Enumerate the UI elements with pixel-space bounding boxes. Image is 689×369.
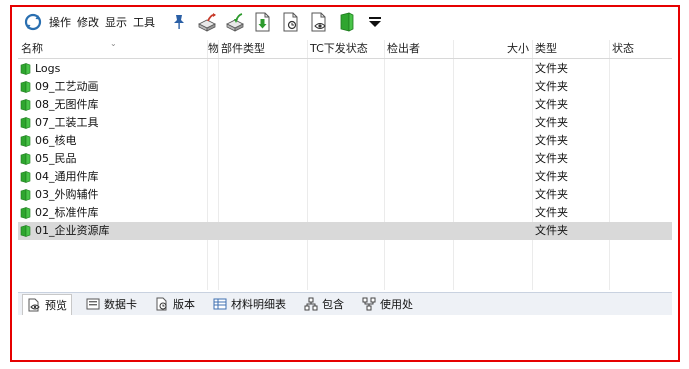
row-type: 文件夹 [535, 152, 568, 165]
folder-icon [20, 81, 31, 93]
table-row[interactable]: 02_标准件库 文件夹 [18, 204, 672, 222]
col-size[interactable]: 大小 [453, 40, 532, 58]
folder-icon [20, 171, 31, 183]
row-name: 03_外购辅件 [35, 188, 99, 201]
detail-tabs: 预览 数据卡 版本 材料明细表 包含 使用处 [18, 292, 672, 315]
preview-doc-icon[interactable] [309, 11, 329, 33]
check-out-icon[interactable] [197, 11, 217, 33]
folder-icon [20, 225, 31, 237]
window-frame: 操作 修改 显示 工具 名称 ⌄ 物 部件类型 TC下发状态 检出者 大小 类型… [10, 5, 680, 362]
menu-operate[interactable]: 操作 [49, 14, 71, 30]
menu-modify[interactable]: 修改 [77, 14, 99, 30]
folder-icon [20, 63, 31, 75]
col-checked-out-by[interactable]: 检出者 [384, 40, 453, 58]
row-type: 文件夹 [535, 116, 568, 129]
tab-version-label: 版本 [173, 298, 195, 311]
row-type: 文件夹 [535, 224, 568, 237]
tab-contains[interactable]: 包含 [300, 294, 348, 314]
folder-icon [20, 207, 31, 219]
file-list: 名称 ⌄ 物 部件类型 TC下发状态 检出者 大小 类型 状态 Logs 文件夹 0… [18, 40, 672, 290]
table-row[interactable]: 03_外购辅件 文件夹 [18, 186, 672, 204]
row-type: 文件夹 [535, 206, 568, 219]
row-name: 05_民品 [35, 152, 77, 165]
pin-icon[interactable] [169, 11, 189, 33]
version-icon [156, 297, 167, 311]
menu-display[interactable]: 显示 [105, 14, 127, 30]
folder-icon [20, 117, 31, 129]
row-type: 文件夹 [535, 188, 568, 201]
table-row[interactable]: 01_企业资源库 文件夹 [18, 222, 672, 240]
table-row[interactable]: 05_民品 文件夹 [18, 150, 672, 168]
col-part-type[interactable]: 部件类型 [218, 40, 307, 58]
col-item[interactable]: 物 [207, 40, 218, 58]
tab-preview[interactable]: 预览 [22, 293, 72, 315]
folder-icon [20, 189, 31, 201]
sort-chevron-icon: ⌄ [110, 39, 117, 48]
dropdown-arrow-icon[interactable] [365, 11, 385, 33]
row-type: 文件夹 [535, 80, 568, 93]
table-row[interactable]: 09_工艺动画 文件夹 [18, 78, 672, 96]
row-name: 04_通用件库 [35, 170, 99, 183]
folder-icon [20, 135, 31, 147]
bom-table-icon [213, 298, 227, 310]
datacard-icon [86, 298, 100, 310]
row-name: 09_工艺动画 [35, 80, 99, 93]
row-name: 06_核电 [35, 134, 77, 147]
table-row[interactable]: 07_工装工具 文件夹 [18, 114, 672, 132]
where-used-icon [362, 297, 376, 311]
column-header-row: 名称 ⌄ 物 部件类型 TC下发状态 检出者 大小 类型 状态 [18, 40, 672, 59]
preview-icon [28, 298, 40, 311]
tab-where-used-label: 使用处 [380, 298, 413, 311]
download-icon[interactable] [253, 11, 273, 33]
view-doc-icon[interactable] [281, 11, 301, 33]
col-type[interactable]: 类型 [532, 40, 609, 58]
tab-bom[interactable]: 材料明细表 [209, 294, 290, 314]
row-name: 01_企业资源库 [35, 224, 110, 237]
folder-icon [20, 99, 31, 111]
row-type: 文件夹 [535, 98, 568, 111]
tab-contains-label: 包含 [322, 298, 344, 311]
tab-version[interactable]: 版本 [151, 294, 199, 314]
row-type: 文件夹 [535, 170, 568, 183]
tab-where-used[interactable]: 使用处 [358, 294, 417, 314]
row-name: 02_标准件库 [35, 206, 99, 219]
toolbar: 操作 修改 显示 工具 [12, 7, 678, 37]
table-row[interactable]: 08_无图件库 文件夹 [18, 96, 672, 114]
row-type: 文件夹 [535, 134, 568, 147]
menu-tools[interactable]: 工具 [133, 14, 155, 30]
table-row[interactable]: 04_通用件库 文件夹 [18, 168, 672, 186]
row-name: Logs [35, 62, 61, 75]
col-tc-status[interactable]: TC下发状态 [307, 40, 384, 58]
tab-datacard[interactable]: 数据卡 [82, 294, 141, 314]
refresh-icon[interactable] [22, 11, 44, 33]
tab-preview-label: 预览 [45, 298, 67, 312]
row-name: 08_无图件库 [35, 98, 99, 111]
contains-icon [304, 297, 318, 311]
tab-datacard-label: 数据卡 [104, 298, 137, 311]
col-status[interactable]: 状态 [609, 40, 669, 58]
table-row[interactable]: 06_核电 文件夹 [18, 132, 672, 150]
table-row[interactable]: Logs 文件夹 [18, 60, 672, 78]
green-folder-icon[interactable] [337, 11, 357, 33]
tab-bom-label: 材料明细表 [231, 298, 286, 311]
row-name: 07_工装工具 [35, 116, 99, 129]
check-in-icon[interactable] [225, 11, 245, 33]
folder-icon [20, 153, 31, 165]
row-type: 文件夹 [535, 62, 568, 75]
menu-bar: 操作 修改 显示 工具 [49, 14, 155, 30]
